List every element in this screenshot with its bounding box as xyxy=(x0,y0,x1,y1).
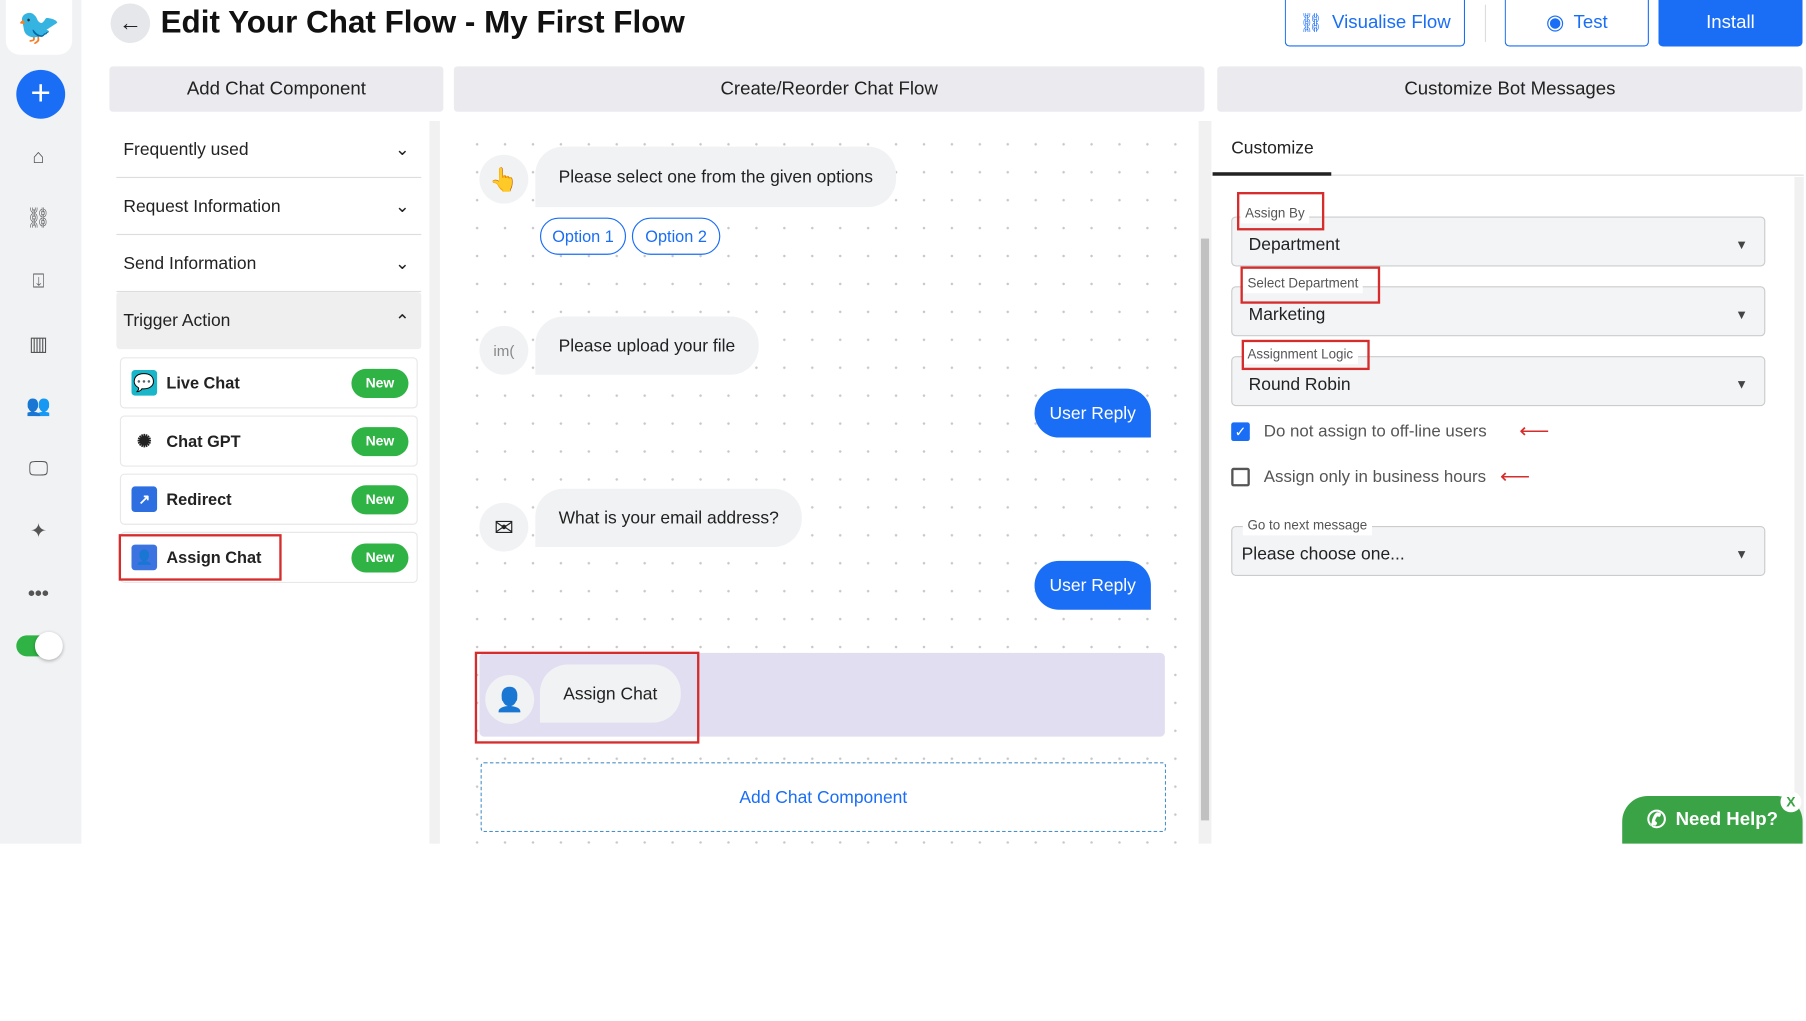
checkbox-checked-icon[interactable]: ✓ xyxy=(1231,421,1250,441)
tab-customize[interactable]: Customize xyxy=(1231,138,1313,158)
highlight-box xyxy=(118,534,282,581)
section-send-information[interactable]: Send Information ⌄ xyxy=(116,235,422,293)
checkbox-business-hours[interactable]: Assign only in business hours ⟵ xyxy=(1231,464,1530,488)
team-icon[interactable]: 👥 xyxy=(23,393,53,419)
back-button[interactable]: ← xyxy=(110,3,151,44)
caret-down-icon: ▼ xyxy=(1735,377,1748,392)
chevron-down-icon: ⌄ xyxy=(394,139,410,160)
component-live-chat[interactable]: 💬 Live Chat New xyxy=(119,357,418,409)
broken-image-icon: im( xyxy=(479,325,529,375)
user-reply-bubble[interactable]: User Reply xyxy=(1034,388,1151,438)
page-title: Edit Your Chat Flow - My First Flow xyxy=(160,4,685,40)
status-toggle[interactable] xyxy=(16,631,63,660)
live-chat-icon: 💬 xyxy=(131,370,158,396)
install-button[interactable]: Install xyxy=(1658,0,1803,47)
arrow-left-icon: ← xyxy=(118,9,142,36)
message-bubble[interactable]: What is your email address? xyxy=(535,488,803,547)
user-reply-bubble[interactable]: User Reply xyxy=(1034,560,1151,610)
checkbox-offline-users[interactable]: ✓ Do not assign to off-line users ⟵ xyxy=(1231,419,1549,443)
hand-pointer-icon: 👆 xyxy=(479,154,529,204)
test-button[interactable]: ◉ Test xyxy=(1504,0,1649,47)
inbox-icon[interactable]: ⍗ xyxy=(23,269,53,295)
new-badge: New xyxy=(351,368,409,398)
caret-down-icon: ▼ xyxy=(1735,307,1748,322)
red-arrow-icon: ⟵ xyxy=(1500,464,1531,488)
plus-icon[interactable]: + xyxy=(16,69,66,119)
panel-header-flow: Create/Reorder Chat Flow xyxy=(453,66,1205,112)
eye-icon: ◉ xyxy=(1545,10,1565,34)
highlight-box xyxy=(474,651,700,744)
chevron-down-icon: ⌄ xyxy=(394,253,410,274)
section-frequently-used[interactable]: Frequently used ⌄ xyxy=(116,121,422,179)
panel-header-customize: Customize Bot Messages xyxy=(1217,66,1803,112)
panel-header-add-component: Add Chat Component xyxy=(109,66,444,112)
highlight-box xyxy=(1237,192,1325,231)
divider xyxy=(1484,4,1487,42)
component-chat-gpt[interactable]: ✺ Chat GPT New xyxy=(119,415,418,467)
chevron-up-icon: ⌃ xyxy=(394,311,410,332)
envelope-icon: ✉ xyxy=(479,502,529,552)
openai-icon: ✺ xyxy=(136,431,152,452)
message-bubble[interactable]: Please select one from the given options xyxy=(535,146,897,208)
logo-icon[interactable]: 🐦 xyxy=(5,0,73,55)
more-icon[interactable]: ••• xyxy=(23,581,53,607)
app-sidebar xyxy=(0,0,82,844)
scrollbar-thumb[interactable] xyxy=(1200,238,1210,821)
caret-down-icon: ▼ xyxy=(1735,237,1748,252)
caret-down-icon: ▼ xyxy=(1735,547,1748,562)
monitor-icon[interactable]: 🖵 xyxy=(23,456,53,482)
new-badge: New xyxy=(351,426,409,456)
section-trigger-action[interactable]: Trigger Action ⌃ xyxy=(116,292,422,350)
highlight-box xyxy=(1240,266,1381,304)
visualise-flow-button[interactable]: ⛓ Visualise Flow xyxy=(1284,0,1466,47)
ticket-icon[interactable]: ✦ xyxy=(23,519,53,545)
highlight-box xyxy=(1241,339,1370,371)
whatsapp-icon: ✆ xyxy=(1646,807,1667,834)
field-label: Go to next message xyxy=(1242,516,1372,536)
option-button[interactable]: Option 2 xyxy=(631,217,721,255)
home-icon[interactable]: ⌂ xyxy=(23,144,53,170)
right-scrollbar[interactable] xyxy=(1794,176,1804,844)
redirect-icon: ↗ xyxy=(131,486,158,513)
new-badge: New xyxy=(351,542,409,572)
chevron-down-icon: ⌄ xyxy=(394,196,410,217)
close-help-button[interactable]: X xyxy=(1780,791,1802,813)
analytics-icon[interactable]: ▥ xyxy=(23,332,53,358)
flow-icon[interactable]: ⛓ xyxy=(23,206,53,232)
add-chat-component-button[interactable]: Add Chat Component xyxy=(480,762,1167,833)
message-bubble[interactable]: Please upload your file xyxy=(535,316,759,375)
tab-indicator xyxy=(1212,172,1332,176)
checkbox-unchecked-icon[interactable] xyxy=(1231,467,1250,486)
new-badge: New xyxy=(351,484,409,514)
need-help-button[interactable]: ✆ Need Help? xyxy=(1622,795,1803,844)
left-scrollbar[interactable] xyxy=(429,121,440,844)
option-button[interactable]: Option 1 xyxy=(539,217,627,255)
section-request-information[interactable]: Request Information ⌄ xyxy=(116,178,422,236)
red-arrow-icon: ⟵ xyxy=(1519,418,1550,443)
component-redirect[interactable]: ↗ Redirect New xyxy=(119,473,418,525)
flow-icon: ⛓ xyxy=(1299,13,1323,34)
